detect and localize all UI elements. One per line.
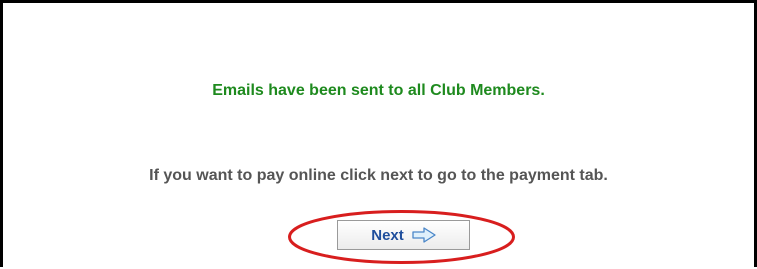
content-panel: Emails have been sent to all Club Member… (0, 0, 757, 267)
success-message: Emails have been sent to all Club Member… (212, 82, 545, 99)
annotation-highlight-ellipse (288, 210, 515, 264)
payment-info-message: If you want to pay online click next to … (149, 167, 608, 184)
